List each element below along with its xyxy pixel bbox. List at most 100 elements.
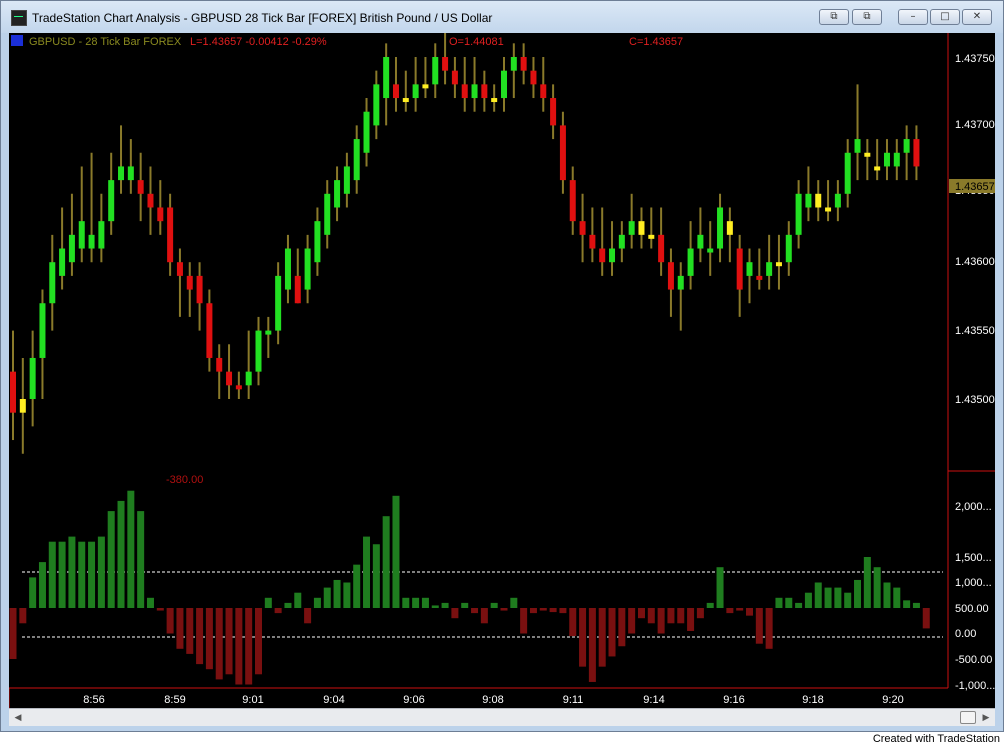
histogram-bar[interactable] [637,608,645,619]
histogram-bar[interactable] [58,541,66,608]
histogram-bar[interactable] [795,602,803,608]
histogram-bar[interactable] [824,587,832,608]
histogram-bar[interactable] [431,605,439,608]
histogram-bar[interactable] [569,608,577,637]
histogram-bar[interactable] [480,608,488,624]
price-bar-body[interactable] [530,70,537,85]
price-bar-body[interactable] [471,84,478,99]
price-bar-body[interactable] [216,357,223,372]
price-bar-body[interactable] [579,221,586,235]
price-bar-body[interactable] [255,330,262,372]
scroll-left-arrow-icon[interactable]: ◀ [11,711,25,724]
histogram-bar[interactable] [441,602,449,608]
price-bar-body[interactable] [736,248,743,290]
price-bar-body[interactable] [147,193,154,208]
histogram-bar[interactable] [117,500,125,608]
histogram-bar[interactable] [127,490,135,608]
price-bar-body[interactable] [903,139,910,153]
histogram-bar[interactable] [353,564,361,608]
histogram-bar[interactable] [520,608,528,634]
price-bar-body[interactable] [412,84,419,99]
price-bar-body[interactable] [628,221,635,235]
price-bar-body[interactable] [589,234,596,249]
price-bar-body[interactable] [883,152,890,167]
price-bar-body[interactable] [137,180,144,194]
scroll-thumb[interactable] [960,711,976,724]
price-bar-body[interactable] [422,84,429,89]
price-bar-body[interactable] [127,166,134,181]
histogram-bar[interactable] [412,597,420,608]
histogram-bar[interactable] [19,608,27,624]
price-bar-body[interactable] [677,275,684,290]
histogram-bar[interactable] [78,541,86,608]
histogram-bar[interactable] [608,608,616,657]
price-bar-body[interactable] [834,193,841,208]
histogram-bar[interactable] [284,602,292,608]
histogram-bar[interactable] [38,562,46,608]
price-bar-body[interactable] [451,70,458,85]
price-bar-body[interactable] [118,166,125,181]
histogram-bar[interactable] [736,608,744,611]
price-bar-body[interactable] [795,193,802,235]
histogram-bar[interactable] [107,511,115,608]
title-bar[interactable]: TradeStation Chart Analysis - GBPUSD 28 … [1,1,1003,33]
histogram-bar[interactable] [68,536,76,608]
price-bar-body[interactable] [78,221,85,249]
histogram-bar[interactable] [421,597,429,608]
histogram-bar[interactable] [372,544,380,608]
price-bar-body[interactable] [687,248,694,276]
price-bar-body[interactable] [913,139,920,167]
price-bar-body[interactable] [10,371,16,413]
histogram-bar[interactable] [696,608,704,619]
close-button[interactable]: ✕ [962,9,992,25]
histogram-bar[interactable] [804,592,812,608]
histogram-bar[interactable] [88,541,96,608]
price-bar-body[interactable] [88,234,95,249]
scroll-right-arrow-icon[interactable]: ▶ [979,711,993,724]
price-bar-body[interactable] [864,152,871,157]
price-bar-body[interactable] [520,57,527,71]
price-bar-body[interactable] [550,98,557,126]
price-bar-body[interactable] [599,248,606,263]
price-bar-body[interactable] [638,221,645,235]
price-bar-body[interactable] [707,248,714,253]
histogram-bar[interactable] [716,567,724,608]
histogram-bar[interactable] [588,608,596,682]
price-bar-body[interactable] [510,57,517,71]
histogram-bar[interactable] [510,597,518,608]
maximize-button[interactable]: □ [930,9,960,25]
histogram-bar[interactable] [343,582,351,609]
price-bar-body[interactable] [815,193,822,208]
histogram-bar[interactable] [775,597,783,608]
price-bar-body[interactable] [19,399,26,413]
price-bar-body[interactable] [854,139,861,153]
price-bar-body[interactable] [39,303,46,358]
price-bar-body[interactable] [392,84,399,99]
histogram-bar[interactable] [834,587,842,608]
price-bar-body[interactable] [265,330,272,335]
price-bar-body[interactable] [68,234,75,263]
price-bar-body[interactable] [59,248,66,276]
price-bar-body[interactable] [491,98,498,103]
price-bar-body[interactable] [785,234,792,263]
price-bar-body[interactable] [756,275,763,280]
histogram-bar[interactable] [903,600,911,608]
histogram-bar[interactable] [883,582,891,609]
histogram-bar[interactable] [618,608,626,647]
price-bar-body[interactable] [167,207,174,263]
histogram-bar[interactable] [500,608,508,611]
histogram-bar[interactable] [873,567,881,608]
histogram-bar[interactable] [274,608,282,614]
price-bar-body[interactable] [294,275,301,304]
histogram-bar[interactable] [363,536,371,608]
histogram-bar[interactable] [755,608,763,644]
price-bar-body[interactable] [235,385,242,390]
price-bar-body[interactable] [402,98,409,103]
price-bar-body[interactable] [461,84,468,99]
histogram-bar[interactable] [196,608,204,665]
histogram-bar[interactable] [461,602,469,608]
price-bar-body[interactable] [658,234,665,263]
histogram-bar[interactable] [598,608,606,667]
price-bar-body[interactable] [746,262,753,276]
histogram-bar[interactable] [176,608,184,649]
